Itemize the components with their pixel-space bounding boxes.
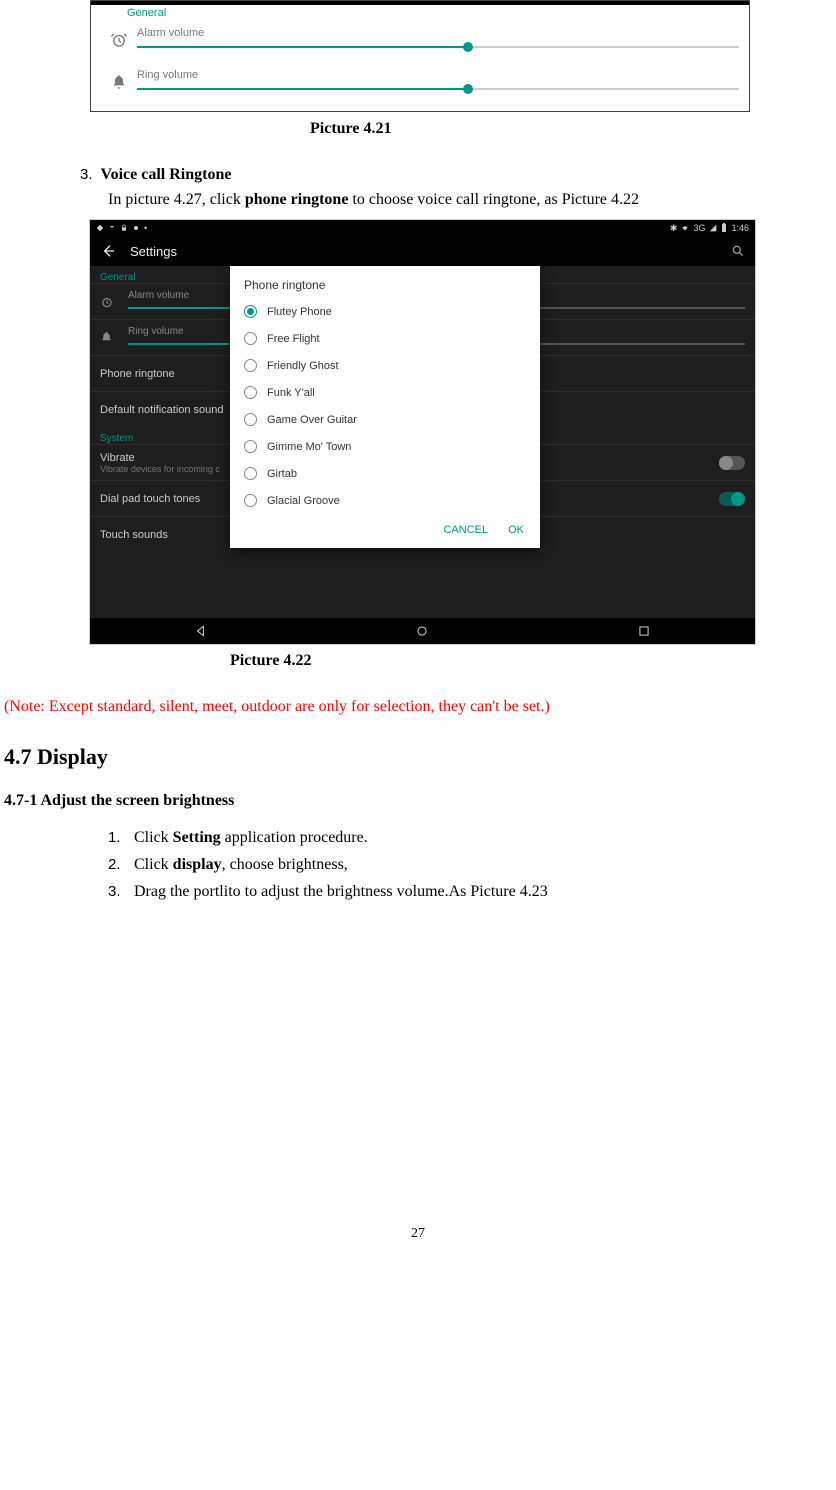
step-num: 1. xyxy=(108,825,130,851)
voice-call-ringtone-title: Voice call Ringtone xyxy=(101,166,232,183)
body-post: to choose voice call ringtone, as Pictur… xyxy=(348,191,639,208)
ringtone-option-label: Flutey Phone xyxy=(267,306,332,318)
ringtone-option-label: Game Over Guitar xyxy=(267,414,357,426)
body-pre: In picture 4.27, click xyxy=(108,191,245,208)
radio-icon xyxy=(244,494,257,507)
heading-471: 4.7-1 Adjust the screen brightness xyxy=(4,792,836,810)
radio-icon xyxy=(244,386,257,399)
nav-home-icon[interactable] xyxy=(415,624,429,638)
brightness-steps: 1. Click Setting application procedure. … xyxy=(108,824,836,906)
dialog-title: Phone ringtone xyxy=(230,266,540,298)
ringtone-option[interactable]: Funk Y'all xyxy=(230,379,540,406)
app-bar: Settings xyxy=(90,236,755,266)
phone-ringtone-dialog: Phone ringtone Flutey Phone Free Flight … xyxy=(230,266,540,548)
ringtone-option-label: Funk Y'all xyxy=(267,387,315,399)
step-2: 2. Click display, choose brightness, xyxy=(108,851,836,878)
app-bar-title: Settings xyxy=(130,244,177,259)
step-post: , choose brightness, xyxy=(222,856,348,873)
note-red: (Note: Except standard, silent, meet, ou… xyxy=(4,698,836,716)
step-pre: Click xyxy=(134,829,173,846)
caption-picture-422: Picture 4.22 xyxy=(230,652,836,670)
wifi-icon xyxy=(681,224,689,232)
bug-icon xyxy=(132,224,140,232)
step-pre: Drag the portlito to adjust the brightne… xyxy=(134,883,548,900)
radio-icon xyxy=(244,440,257,453)
radio-icon xyxy=(244,332,257,345)
dialog-cancel-button[interactable]: CANCEL xyxy=(443,524,488,536)
step-post: application procedure. xyxy=(221,829,368,846)
radio-icon xyxy=(244,467,257,480)
step-bold: display xyxy=(173,856,222,873)
nav-recent-icon[interactable] xyxy=(637,624,651,638)
dialog-ok-button[interactable]: OK xyxy=(508,524,524,536)
dialpad-toggle[interactable] xyxy=(719,492,745,506)
bell-icon xyxy=(100,331,128,344)
list-item-3: 3. Voice call Ringtone In picture 4.27, … xyxy=(80,166,836,212)
ring-volume-row: Ring volume xyxy=(91,61,749,103)
alarm-volume-label: Alarm volume xyxy=(137,27,739,39)
screenshot-ringtone-dialog: • ✱ 3G 1:46 Settings Gen xyxy=(90,220,755,644)
ringtone-option[interactable]: Friendly Ghost xyxy=(230,352,540,379)
step-num: 2. xyxy=(108,852,130,878)
ringtone-option-label: Gimme Mo' Town xyxy=(267,441,351,453)
ringtone-option[interactable]: Girtab xyxy=(230,460,540,487)
ringtone-option[interactable]: Glacial Groove xyxy=(230,487,540,514)
psi-icon xyxy=(108,224,116,232)
caption-picture-421: Picture 4.21 xyxy=(310,120,836,138)
battery-icon xyxy=(721,223,727,233)
step-pre: Click xyxy=(134,856,173,873)
heading-47: 4.7 Display xyxy=(4,744,836,770)
ring-volume-label: Ring volume xyxy=(137,69,739,81)
search-icon[interactable] xyxy=(731,244,745,258)
ringtone-option-label: Friendly Ghost xyxy=(267,360,339,372)
network-3g: 3G xyxy=(693,223,705,233)
ringtone-option-label: Glacial Groove xyxy=(267,495,340,507)
ring-volume-slider[interactable] xyxy=(137,83,739,95)
lock-icon xyxy=(120,224,128,232)
list-num-3: 3. xyxy=(80,166,93,183)
step-1: 1. Click Setting application procedure. xyxy=(108,824,836,851)
radio-icon xyxy=(244,413,257,426)
back-icon[interactable] xyxy=(100,243,116,259)
signal-icon xyxy=(96,224,104,232)
ringtone-option[interactable]: Gimme Mo' Town xyxy=(230,433,540,460)
alarm-clock-icon xyxy=(100,295,128,309)
ringtone-option-label: Free Flight xyxy=(267,333,320,345)
step-3: 3. Drag the portlito to adjust the brigh… xyxy=(108,878,836,905)
screenshot-sound-partial: General Alarm volume Ring volume xyxy=(90,0,750,112)
status-dot-icon: • xyxy=(144,223,147,233)
nav-bar xyxy=(90,618,755,644)
nav-back-icon[interactable] xyxy=(194,624,208,638)
ringtone-option[interactable]: Free Flight xyxy=(230,325,540,352)
bell-icon xyxy=(101,74,137,90)
step-bold: Setting xyxy=(173,829,221,846)
page-number: 27 xyxy=(0,1226,836,1242)
alarm-volume-slider[interactable] xyxy=(137,41,739,53)
radio-icon xyxy=(244,305,257,318)
cell-signal-icon xyxy=(709,224,717,232)
ringtone-option-label: Girtab xyxy=(267,468,297,480)
section-general-label: General xyxy=(91,5,749,19)
bluetooth-icon: ✱ xyxy=(670,223,678,234)
vibrate-toggle[interactable] xyxy=(719,456,745,470)
status-time: 1:46 xyxy=(731,223,749,233)
ringtone-option[interactable]: Flutey Phone xyxy=(230,298,540,325)
status-bar: • ✱ 3G 1:46 xyxy=(90,220,755,236)
alarm-volume-row: Alarm volume xyxy=(91,19,749,61)
step-num: 3. xyxy=(108,879,130,905)
alarm-clock-icon xyxy=(101,31,137,49)
ringtone-option[interactable]: Game Over Guitar xyxy=(230,406,540,433)
phone-ringtone-bold: phone ringtone xyxy=(245,191,349,208)
radio-icon xyxy=(244,359,257,372)
